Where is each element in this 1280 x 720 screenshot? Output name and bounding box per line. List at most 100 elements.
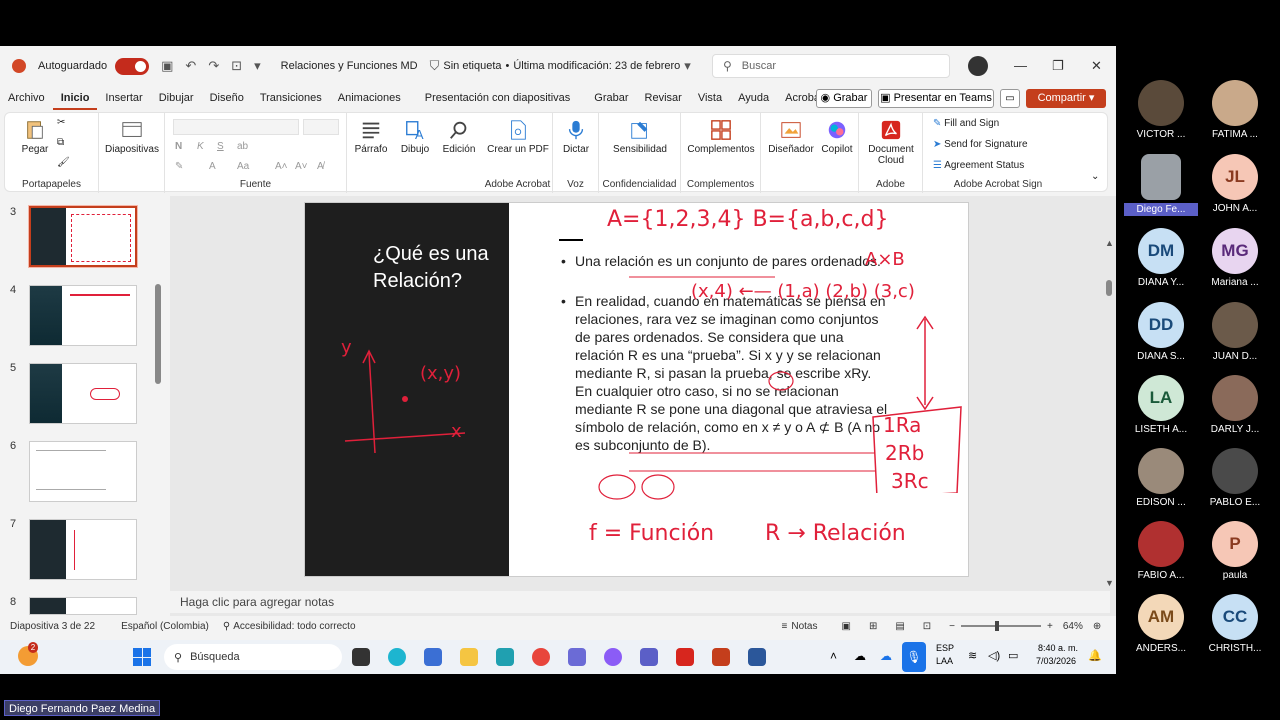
onedrive-icon[interactable]: ☁ bbox=[880, 649, 892, 663]
fill-sign-button[interactable]: ✎ Fill and Sign bbox=[933, 118, 999, 129]
participant-tile[interactable]: PABLO E... bbox=[1198, 448, 1272, 508]
slides-button[interactable]: Diapositivas bbox=[103, 119, 161, 155]
paste-button[interactable]: Pegar bbox=[15, 119, 55, 155]
participant-tile[interactable]: DD DIANA S... bbox=[1124, 302, 1198, 362]
slide-canvas[interactable]: ¿Qué es una Relación? y x (x,y) Una rela… bbox=[304, 202, 969, 577]
change-case-icon[interactable]: Aa bbox=[237, 161, 249, 172]
snipping-tool-icon[interactable] bbox=[496, 648, 514, 666]
font-name-select[interactable] bbox=[173, 119, 299, 135]
record-button[interactable]: ◉ Grabar bbox=[816, 89, 872, 108]
participant-tile[interactable]: AM ANDERS... bbox=[1124, 594, 1198, 654]
normal-view-icon[interactable]: ▣ bbox=[841, 621, 850, 632]
close-icon[interactable]: ✕ bbox=[1091, 58, 1102, 74]
teams-icon[interactable] bbox=[640, 648, 658, 666]
italic-button[interactable]: K bbox=[197, 141, 204, 152]
tab-dibujar[interactable]: Dibujar bbox=[151, 86, 202, 110]
highlight-icon[interactable]: ✎ bbox=[175, 161, 183, 172]
powerpoint-icon[interactable] bbox=[712, 648, 730, 666]
collapse-ribbon-icon[interactable]: ⌄ bbox=[1091, 171, 1099, 182]
minimize-icon[interactable]: — bbox=[1014, 58, 1027, 73]
bold-button[interactable]: N bbox=[175, 141, 182, 152]
participant-tile[interactable]: Ppaula bbox=[1198, 521, 1272, 581]
slide-thumbnail-5[interactable] bbox=[29, 363, 137, 424]
tab-presentacion[interactable]: Presentación con diapositivas bbox=[417, 86, 579, 110]
slide-thumbnail-6[interactable] bbox=[29, 441, 137, 502]
chevron-down-icon[interactable]: ▾ bbox=[684, 58, 691, 74]
participant-tile[interactable]: FABIO A... bbox=[1124, 521, 1198, 581]
chevron-up-icon[interactable]: ˄ bbox=[830, 649, 837, 663]
designer-button[interactable]: Diseñador bbox=[767, 119, 815, 155]
accessibility-status[interactable]: Accesibilidad: todo correcto bbox=[233, 621, 355, 632]
cut-icon[interactable]: ✂ bbox=[57, 117, 65, 128]
word-icon[interactable] bbox=[748, 648, 766, 666]
participant-tile[interactable]: EDISON ... bbox=[1124, 448, 1198, 508]
tab-transiciones[interactable]: Transiciones bbox=[252, 86, 330, 110]
start-windows-icon[interactable] bbox=[133, 648, 151, 666]
file-name[interactable]: Relaciones y Funciones MD bbox=[281, 60, 418, 72]
underline-button[interactable]: S bbox=[217, 141, 224, 152]
notifications-icon[interactable]: 🔔 bbox=[1088, 649, 1102, 662]
app-icon[interactable] bbox=[568, 648, 586, 666]
strikethrough-button[interactable]: ab bbox=[237, 141, 248, 152]
wifi-icon[interactable]: ≋ bbox=[968, 649, 977, 662]
format-painter-icon[interactable]: 🖌 bbox=[57, 157, 70, 168]
notes-toggle[interactable]: Notas bbox=[791, 621, 817, 632]
save-icon[interactable]: ▣ bbox=[161, 58, 173, 74]
tab-archivo[interactable]: Archivo bbox=[0, 86, 53, 110]
edit-button[interactable]: Edición bbox=[439, 119, 479, 155]
fit-slide-icon[interactable]: ⊕ bbox=[1093, 621, 1101, 632]
share-button[interactable]: Compartir ▾ bbox=[1026, 89, 1106, 108]
slide-thumbnail-4[interactable] bbox=[29, 285, 137, 346]
clock-time[interactable]: 8:40 a. m. bbox=[1038, 643, 1078, 653]
copilot-button[interactable]: Copilot bbox=[817, 119, 857, 155]
thumbnails-scrollbar[interactable] bbox=[155, 284, 161, 384]
tab-vista[interactable]: Vista bbox=[690, 86, 730, 110]
network-status-icon[interactable]: ☁ bbox=[854, 649, 866, 663]
participant-tile[interactable]: DM DIANA Y... bbox=[1124, 228, 1198, 288]
participant-tile[interactable]: VICTOR ... bbox=[1124, 80, 1198, 140]
slideshow-icon[interactable]: ⊡ bbox=[923, 621, 931, 632]
participant-tile[interactable]: FATIMA ... bbox=[1198, 80, 1272, 140]
file-explorer-icon[interactable] bbox=[460, 648, 478, 666]
font-color-icon[interactable]: A bbox=[209, 161, 216, 172]
tab-grabar[interactable]: Grabar bbox=[586, 86, 636, 110]
present-teams-button[interactable]: ▣ Presentar en Teams bbox=[878, 89, 994, 108]
language-status[interactable]: Español (Colombia) bbox=[121, 621, 209, 632]
last-modified[interactable]: Última modificación: 23 de febrero bbox=[513, 60, 680, 72]
send-signature-button[interactable]: ➤ Send for Signature bbox=[933, 139, 1028, 150]
agreement-status-button[interactable]: ☰ Agreement Status bbox=[933, 160, 1024, 171]
chevron-down-icon[interactable]: ▾ bbox=[254, 58, 261, 74]
zoom-in-icon[interactable]: + bbox=[1047, 621, 1053, 632]
participant-tile[interactable]: CC CHRISTH... bbox=[1198, 594, 1272, 654]
participant-tile[interactable]: MG Mariana ... bbox=[1198, 228, 1272, 288]
sorter-view-icon[interactable]: ⊞ bbox=[869, 621, 877, 632]
account-avatar[interactable] bbox=[968, 56, 988, 76]
tab-revisar[interactable]: Revisar bbox=[637, 86, 690, 110]
clear-format-icon[interactable]: A̸ bbox=[317, 161, 324, 172]
reading-view-icon[interactable]: ▤ bbox=[895, 621, 904, 632]
search-box[interactable]: ⚲ Buscar bbox=[712, 54, 950, 78]
copy-icon[interactable]: ⧉ bbox=[57, 137, 64, 148]
sensitivity-button[interactable]: Sensibilidad bbox=[603, 119, 677, 155]
participant-tile[interactable]: JUAN D... bbox=[1198, 302, 1272, 362]
participant-tile[interactable]: JL JOHN A... bbox=[1198, 154, 1272, 214]
slide-thumbnail-8[interactable] bbox=[29, 597, 137, 615]
comments-icon[interactable]: ▭ bbox=[1000, 89, 1020, 108]
copilot-icon[interactable] bbox=[604, 648, 622, 666]
volume-icon[interactable]: ◁) bbox=[988, 649, 1000, 662]
tab-inicio[interactable]: Inicio bbox=[52, 86, 98, 110]
font-size-select[interactable] bbox=[303, 119, 339, 135]
editor-scrollbar-thumb[interactable] bbox=[1106, 280, 1112, 296]
scroll-down-icon[interactable]: ▼ bbox=[1105, 578, 1114, 588]
undo-icon[interactable]: ↶ bbox=[185, 58, 196, 74]
taskbar-search[interactable]: ⚲ Búsqueda bbox=[164, 644, 342, 670]
microphone-icon[interactable]: 🎙 bbox=[902, 642, 926, 672]
store-icon[interactable] bbox=[424, 648, 442, 666]
draw-button[interactable]: A Dibujo bbox=[395, 119, 435, 155]
shrink-font-icon[interactable]: A˅ bbox=[295, 161, 308, 172]
slide-thumbnail-3[interactable] bbox=[28, 205, 138, 268]
addins-button[interactable]: Complementos bbox=[685, 119, 757, 155]
grow-font-icon[interactable]: A˄ bbox=[275, 161, 288, 172]
tab-insertar[interactable]: Insertar bbox=[97, 86, 150, 110]
autosave-toggle[interactable] bbox=[115, 57, 150, 75]
